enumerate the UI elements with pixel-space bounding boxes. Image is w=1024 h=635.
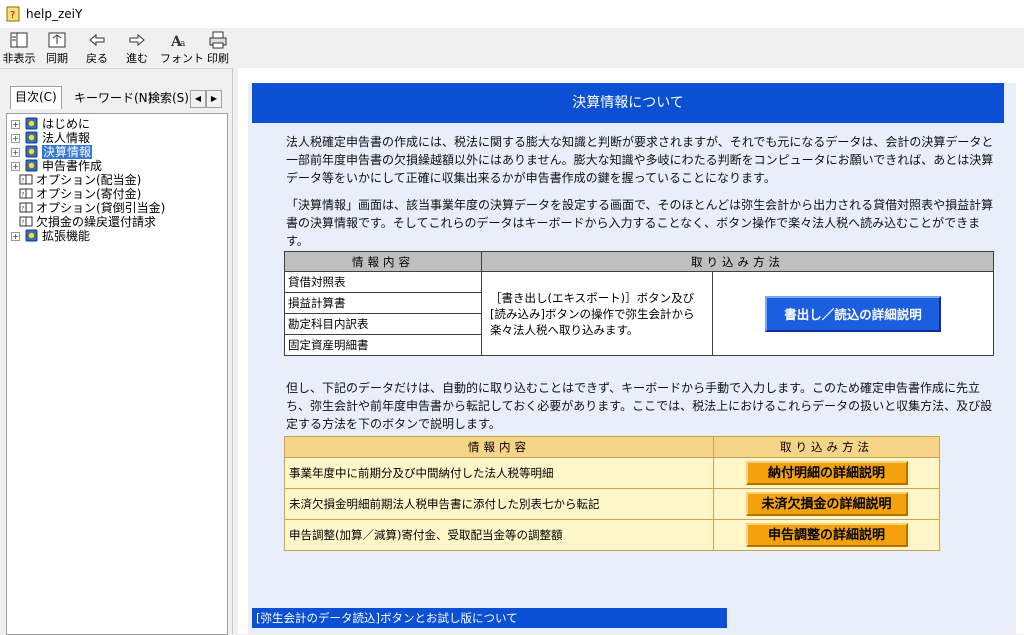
tree-item-label: 法人情報 (42, 131, 91, 145)
tree-item[interactable]: + 申告書作成 (7, 159, 225, 173)
back-button[interactable]: 戻る (82, 30, 112, 66)
tree-item[interactable]: ? オプション(貸倒引当金) (7, 201, 225, 215)
tax-adjustment-detail-button[interactable]: 申告調整の詳細説明 (745, 523, 908, 547)
page-title: 決算情報について (252, 83, 1004, 123)
nav-tabs: 目次(C) キーワード(N) 検索(S) ◀ ▶ (6, 86, 230, 110)
loss-carryforward-detail-button[interactable]: 未済欠損金の詳細説明 (745, 492, 908, 516)
table1-row-balance-sheet: 貸借対照表 (284, 271, 482, 293)
table2-header-content: 情報内容 (284, 436, 714, 458)
book-icon (25, 131, 38, 144)
sync-label: 同期 (46, 52, 68, 65)
tree-item-label: オプション(貸倒引当金) (36, 201, 166, 215)
manual-input-paragraph: 但し、下記のデータだけは、自動的に取り込むことはできず、キーボードから手動で入力… (286, 381, 993, 431)
import-data-table: 情報内容 取り込み方法 貸借対照表 ［書き出し(エキスポート)］ボタン及び[読み… (284, 251, 994, 356)
help-app-icon: ? (6, 6, 20, 22)
book-icon (25, 117, 38, 130)
tab-contents[interactable]: 目次(C) (10, 86, 62, 109)
table1-method-text: ［書き出し(エキスポート)］ボタン及び[読み込み]ボタンの操作で弥生会計から楽々… (481, 271, 713, 356)
tab-search[interactable]: 検索(S) (144, 88, 193, 108)
settlement-screen-paragraph: 「決算情報」画面は、該当事業年度の決算データを設定する画面で、そのほとんどは弥生… (286, 198, 994, 248)
manual-data-table: 情報内容 取り込み方法 事業年度中に前期分及び中間納付した法人税等明細 納付明細… (284, 436, 940, 551)
expand-plus-icon[interactable]: + (11, 148, 20, 157)
forward-arrow-icon (129, 33, 145, 47)
help-content-pane: 決算情報について 法人税確定申告書の作成には、税法に関する膨大な知識と判断が要求… (238, 68, 1024, 634)
table2-row-loss-carryforward: 未済欠損金明細前期法人税申告書に添付した別表七から転記 (284, 488, 714, 520)
hide-pane-icon (10, 32, 28, 48)
back-label: 戻る (86, 52, 108, 65)
tab-scroll-left-button[interactable]: ◀ (190, 90, 206, 108)
font-button[interactable]: A a フォント (160, 30, 204, 66)
book-icon (25, 145, 38, 158)
table2-header-method: 取り込み方法 (713, 436, 940, 458)
page-icon: ? (19, 188, 33, 199)
expand-plus-icon[interactable]: + (11, 120, 20, 129)
hide-label: 非表示 (2, 52, 36, 65)
tree-item-label: 申告書作成 (42, 159, 103, 173)
tree-item-label: 欠損金の繰戻還付請求 (36, 215, 157, 229)
svg-text:?: ? (21, 206, 24, 213)
svg-text:?: ? (21, 178, 24, 185)
expand-plus-icon[interactable]: + (11, 134, 20, 143)
print-button[interactable]: 印刷 (204, 30, 232, 66)
font-icon: A a (170, 34, 186, 50)
title-bar: ? help_zeiY (0, 0, 1024, 28)
tree-item[interactable]: ? オプション(配当金) (7, 173, 225, 187)
contents-tree: + はじめに + 法人情報 + 決算情報 + 申告書作成? オプション(配当金)? オプション(寄… (6, 113, 228, 635)
tree-item[interactable]: + 決算情報 (7, 145, 225, 159)
book-icon (25, 159, 38, 172)
svg-text:?: ? (21, 220, 24, 227)
tree-item-label: はじめに (42, 117, 91, 131)
svg-text:?: ? (10, 10, 15, 21)
tree-item[interactable]: ? 欠損金の繰戻還付請求 (7, 215, 225, 229)
export-import-detail-button[interactable]: 書出し／読込の詳細説明 (765, 295, 941, 332)
content-body: 決算情報について 法人税確定申告書の作成には、税法に関する膨大な知識と判断が要求… (248, 83, 1016, 634)
table1-header-content: 情報内容 (284, 251, 482, 272)
page-icon: ? (19, 202, 33, 213)
table2-row-tax-payment: 事業年度中に前期分及び中間納付した法人税等明細 (284, 457, 714, 489)
table1-row-income-statement: 損益計算書 (284, 292, 482, 314)
table2-row-tax-adjustment: 申告調整(加算／減算)寄付金、受取配当金等の調整額 (284, 519, 714, 551)
payment-detail-button[interactable]: 納付明細の詳細説明 (745, 461, 908, 485)
table1-row-fixed-assets: 固定資産明細書 (284, 334, 482, 356)
page-icon: ? (19, 216, 33, 227)
table1-header-method: 取り込み方法 (481, 251, 994, 272)
window-title: help_zeiY (26, 7, 83, 21)
trial-version-link[interactable]: [弥生会計のデータ読込]ボタンとお試し版について (252, 608, 727, 628)
tree-item[interactable]: ? オプション(寄付金) (7, 187, 225, 201)
svg-text:a: a (180, 39, 186, 49)
tree-item[interactable]: + 法人情報 (7, 131, 225, 145)
tree-item-label: 決算情報 (42, 145, 93, 159)
forward-label: 進む (126, 52, 148, 65)
printer-icon (209, 31, 227, 49)
back-arrow-icon (89, 33, 105, 47)
hide-button[interactable]: 非表示 (2, 30, 36, 66)
tree-item[interactable]: + はじめに (7, 117, 225, 131)
tab-scroll-right-button[interactable]: ▶ (206, 90, 222, 108)
table1-row-account-details: 勘定科目内訳表 (284, 313, 482, 335)
tree-item-label: 拡張機能 (42, 229, 91, 243)
tree-item[interactable]: + 拡張機能 (7, 229, 225, 243)
sync-button[interactable]: 同期 (42, 30, 72, 66)
toolbar: 非表示 同期 戻る 進む A a フォント 印刷 (0, 28, 1024, 69)
expand-plus-icon[interactable]: + (11, 232, 20, 241)
font-label: フォント (160, 52, 204, 65)
forward-button[interactable]: 進む (122, 30, 152, 66)
expand-plus-icon[interactable]: + (11, 162, 20, 171)
tree-item-label: オプション(寄付金) (36, 187, 142, 201)
page-icon: ? (19, 174, 33, 185)
tree-item-label: オプション(配当金) (36, 173, 142, 187)
sync-icon (48, 32, 66, 48)
intro-paragraph: 法人税確定申告書の作成には、税法に関する膨大な知識と判断が要求されますが、それで… (286, 135, 994, 185)
book-icon (25, 229, 38, 242)
navigation-pane: 目次(C) キーワード(N) 検索(S) ◀ ▶ + はじめに + 法人情報 + 決算情報… (0, 80, 232, 635)
svg-text:?: ? (21, 192, 24, 199)
print-label: 印刷 (207, 52, 229, 65)
